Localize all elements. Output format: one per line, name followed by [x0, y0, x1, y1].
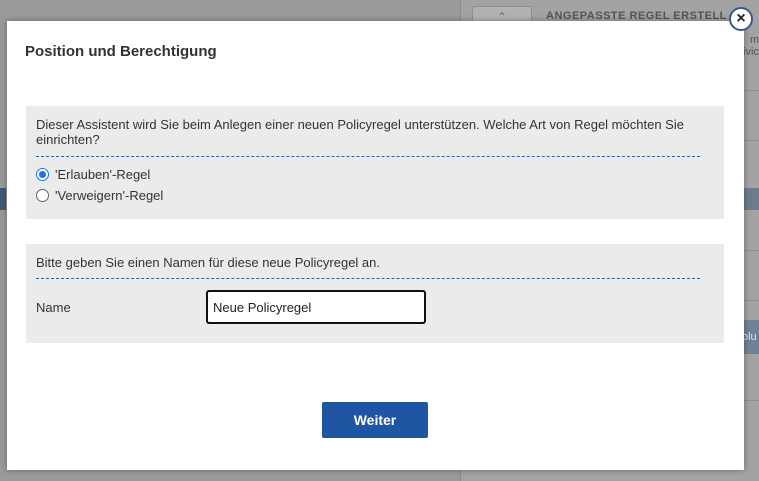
- background-side-text-1: m: [750, 34, 759, 46]
- rule-type-panel: Dieser Assistent wird Sie beim Anlegen e…: [26, 106, 724, 219]
- radio-deny-label: 'Verweigern'-Regel: [55, 188, 164, 203]
- rule-type-prompt: Dieser Assistent wird Sie beim Anlegen e…: [36, 117, 684, 147]
- dashed-divider: [36, 156, 700, 157]
- radio-allow-label: 'Erlauben'-Regel: [55, 167, 151, 182]
- background-blue-bar: [743, 188, 759, 210]
- background-blue-button: olu: [742, 320, 759, 354]
- next-button[interactable]: Weiter: [322, 402, 428, 438]
- radio-deny[interactable]: [36, 189, 49, 202]
- radio-allow[interactable]: [36, 168, 49, 181]
- name-label: Name: [36, 300, 71, 315]
- radio-option-deny[interactable]: 'Verweigern'-Regel: [36, 188, 163, 203]
- dialog-title: Position und Berechtigung: [25, 43, 217, 60]
- dashed-divider: [36, 278, 700, 279]
- close-icon[interactable]: ×: [729, 7, 753, 31]
- rule-name-prompt: Bitte geben Sie einen Namen für diese ne…: [36, 255, 380, 270]
- background-side-text-2: ivic: [743, 46, 759, 58]
- policy-rule-dialog: Position und Berechtigung Dieser Assiste…: [7, 21, 744, 470]
- background-left-bar: [0, 188, 6, 210]
- name-input[interactable]: [206, 290, 426, 324]
- rule-name-panel: Bitte geben Sie einen Namen für diese ne…: [26, 244, 724, 343]
- radio-option-allow[interactable]: 'Erlauben'-Regel: [36, 167, 150, 182]
